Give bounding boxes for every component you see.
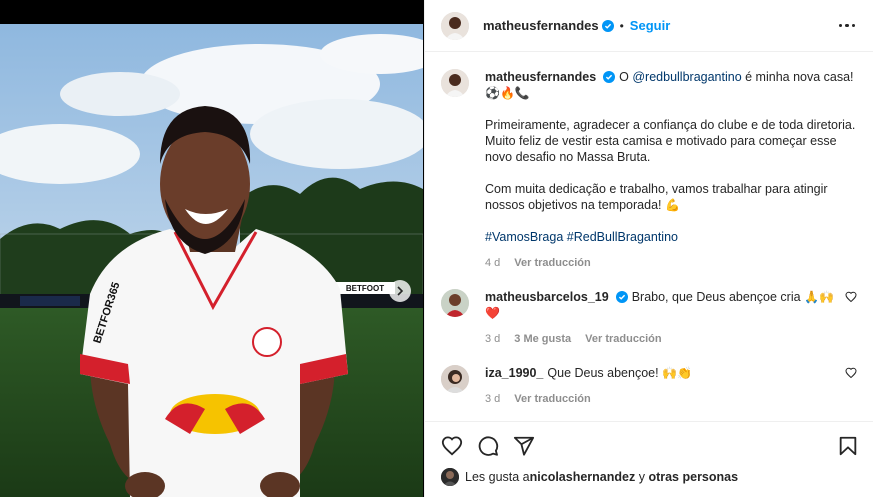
more-options-icon[interactable]: [835, 20, 860, 32]
action-icons: [425, 422, 873, 470]
bookmark-icon[interactable]: [837, 435, 859, 457]
liker-username[interactable]: nicolashernandez: [530, 470, 636, 484]
heart-icon[interactable]: [441, 435, 463, 457]
comment-item: iza_1990_ Que Deus abençoe! 🙌👏 3 d Ver tr…: [441, 365, 857, 407]
comment-avatar[interactable]: [441, 289, 469, 317]
mention-link[interactable]: @redbullbragantino: [632, 70, 741, 84]
other-likers-link[interactable]: otras personas: [648, 470, 738, 484]
caption-paragraph-3-text: Com muita dedicação e trabalho, vamos tr…: [485, 182, 828, 212]
likes-summary: Les gusta a nicolashernandez y otras per…: [425, 468, 873, 486]
translate-link[interactable]: Ver traducción: [514, 255, 590, 271]
more-dot: [845, 23, 849, 28]
comment-body: matheusbarcelos_19 Brabo, que Deus abenço…: [485, 289, 837, 347]
likes-middle: y: [635, 470, 649, 484]
translate-link[interactable]: Ver traducción: [585, 331, 661, 347]
comment-emojis: 🙌👏: [662, 366, 692, 380]
caption-paragraph-2: Primeiramente, agradecer a confiança do …: [485, 118, 856, 164]
comment-avatar[interactable]: [441, 365, 469, 393]
post-actions: Les gusta a nicolashernandez y otras per…: [425, 421, 873, 497]
more-dot: [838, 23, 842, 28]
comment-item: matheusbarcelos_19 Brabo, que Deus abenço…: [441, 289, 857, 347]
separator-dot: •: [619, 18, 624, 33]
post-header: matheusfernandes • Seguir: [425, 0, 873, 52]
comment-meta: 3 d Ver traducción: [485, 391, 837, 407]
follow-button[interactable]: Seguir: [630, 18, 670, 33]
verified-badge-icon: [601, 19, 614, 32]
post-side-panel: matheusfernandes • Seguir matheusfernand…: [424, 0, 873, 497]
chevron-right-icon: [397, 286, 404, 296]
caption-meta: 4 d Ver traducción: [485, 255, 857, 271]
caption-paragraph-3: Com muita dedicação e trabalho, vamos tr…: [485, 181, 857, 213]
caption: matheusfernandes O @redbullbragantino é m…: [441, 69, 857, 271]
comment-likes-count[interactable]: 3 Me gusta: [514, 331, 571, 347]
more-dot: [851, 23, 855, 28]
comment-meta: 3 d 3 Me gusta Ver traducción: [485, 331, 837, 347]
comments-list[interactable]: matheusfernandes O @redbullbragantino é m…: [425, 53, 873, 421]
comment-emoji-heart: ❤️: [485, 306, 500, 320]
caption-emojis: ⚽🔥📞: [485, 86, 530, 100]
avatar-image: [441, 468, 459, 486]
comment-icon[interactable]: [477, 435, 499, 457]
post-photo: BETFOOT BETFOR365: [0, 24, 423, 497]
comment-emojis: 🙏🙌: [804, 290, 834, 304]
verified-badge-icon: [603, 71, 616, 83]
caption-line1: matheusfernandes O @redbullbragantino é m…: [485, 69, 857, 101]
caption-body: matheusfernandes O @redbullbragantino é m…: [485, 69, 857, 271]
share-icon[interactable]: [513, 435, 535, 457]
hashtag-link[interactable]: #RedBullBragantino: [567, 230, 678, 244]
avatar-image: [441, 69, 469, 97]
comment-age: 3 d: [485, 333, 501, 345]
caption-avatar[interactable]: [441, 69, 469, 97]
caption-line1-rest: é minha nova casa!: [741, 70, 854, 84]
caption-hashtags: #VamosBraga #RedBullBragantino: [485, 229, 857, 245]
heart-icon[interactable]: [845, 367, 857, 379]
verified-badge-icon: [615, 291, 628, 303]
comment-age: 3 d: [485, 393, 501, 405]
author-avatar[interactable]: [441, 11, 469, 40]
comment-text: Que Deus abençoe!: [547, 366, 659, 380]
comment-text: Brabo, que Deus abençoe cria: [631, 290, 801, 304]
caption-prefix: O: [619, 70, 633, 84]
hashtag-link[interactable]: #VamosBraga: [485, 230, 563, 244]
comment-body: iza_1990_ Que Deus abençoe! 🙌👏 3 d Ver tr…: [485, 365, 837, 407]
board-text: BETFOOT: [346, 284, 384, 293]
author-username[interactable]: matheusfernandes: [483, 18, 599, 33]
carousel-next-button[interactable]: [389, 280, 411, 302]
caption-username[interactable]: matheusfernandes: [485, 70, 596, 84]
comment-text-line: matheusbarcelos_19 Brabo, que Deus abenço…: [485, 289, 837, 321]
avatar-image: [441, 289, 469, 317]
likes-prefix: Les gusta a: [465, 470, 530, 484]
player-photo-illustration: BETFOOT BETFOR365: [0, 24, 423, 497]
heart-icon[interactable]: [845, 291, 857, 303]
comment-username[interactable]: matheusbarcelos_19: [485, 290, 609, 304]
liker-avatar[interactable]: [441, 468, 459, 486]
post-media[interactable]: BETFOOT BETFOR365: [0, 0, 423, 497]
comment-text-line: iza_1990_ Que Deus abençoe! 🙌👏: [485, 365, 837, 381]
avatar-image: [441, 11, 469, 40]
caption-paragraph-3-emoji: 💪: [664, 198, 680, 212]
caption-age: 4 d: [485, 257, 501, 269]
translate-link[interactable]: Ver traducción: [514, 391, 590, 407]
avatar-image: [441, 365, 469, 393]
comment-username[interactable]: iza_1990_: [485, 366, 543, 380]
